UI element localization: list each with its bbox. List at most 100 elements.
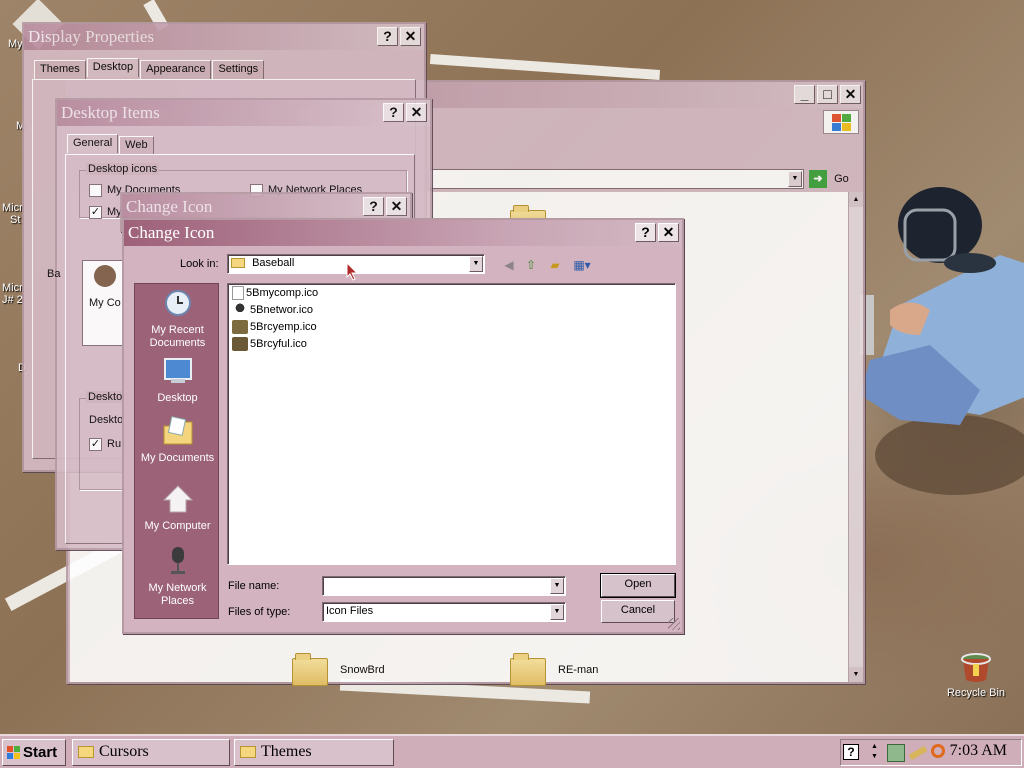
files-of-type-label: Files of type:: [228, 606, 291, 618]
file-name-dropdown-arrow[interactable]: ▼: [550, 578, 564, 594]
start-label: Start: [23, 744, 58, 761]
new-folder-icon[interactable]: ▰: [546, 256, 564, 274]
file-item[interactable]: 5Brcyemp.ico: [232, 320, 317, 337]
tab-general[interactable]: General: [67, 134, 119, 153]
open-button[interactable]: Open: [600, 573, 676, 598]
search-icon[interactable]: [931, 744, 945, 758]
file-item[interactable]: 5Bmycomp.ico: [232, 286, 318, 303]
tray-scroll-arrows[interactable]: ▲ ▼: [871, 742, 878, 762]
recycle-bin-label: Recycle Bin: [946, 687, 1006, 699]
file-name: 5Bnetwor.ico: [250, 304, 313, 316]
pencil-icon[interactable]: [908, 745, 928, 761]
desktop-label-fragment[interactable]: My: [8, 38, 23, 50]
ba-label-fragment: Ba: [47, 268, 61, 280]
window-title: Desktop Items: [61, 103, 160, 122]
taskbar-button-label: Cursors: [99, 743, 149, 760]
scroll-up-arrow[interactable]: ▲: [849, 192, 863, 207]
go-label: Go: [834, 173, 849, 185]
my-documents-checkbox[interactable]: [89, 184, 102, 197]
recycle-bin-shortcut[interactable]: Recycle Bin: [940, 650, 1012, 699]
taskbar-button-cursors[interactable]: Cursors: [72, 739, 230, 766]
file-name: 5Brcyemp.ico: [250, 321, 317, 333]
network-icon[interactable]: [887, 744, 905, 762]
folder-icon[interactable]: [510, 653, 546, 686]
files-of-type-dropdown-arrow[interactable]: ▼: [550, 604, 564, 620]
minimize-button[interactable]: _: [794, 85, 815, 104]
look-in-dropdown-arrow[interactable]: ▼: [469, 256, 483, 272]
file-name-label: File name:: [228, 580, 280, 592]
back-icon[interactable]: ◀: [500, 256, 518, 274]
mouse-cursor-icon: [346, 262, 359, 281]
display-properties-titlebar[interactable]: Display Properties: [24, 24, 424, 50]
clock-icon: [164, 290, 191, 316]
maximize-button[interactable]: □: [817, 85, 838, 104]
taskbar-button-themes[interactable]: Themes: [234, 739, 394, 766]
run-label: Ru: [107, 438, 122, 450]
close-button[interactable]: ✕: [840, 85, 861, 104]
tab-settings[interactable]: Settings: [212, 60, 265, 79]
place-label: My Network Places: [148, 582, 207, 607]
help-button[interactable]: ?: [363, 197, 384, 216]
window-title: Display Properties: [28, 27, 155, 46]
address-bar[interactable]: ▼: [428, 169, 804, 189]
tab-desktop[interactable]: Desktop: [86, 58, 140, 77]
my-documents-icon: [163, 416, 192, 445]
desktop-label-fragment[interactable]: Micr: [2, 202, 23, 214]
recycle-bin-icon: [961, 653, 991, 682]
change-icon-titlebar[interactable]: Change Icon: [124, 220, 682, 246]
go-arrow-icon: ➜: [809, 170, 827, 188]
tab-appearance[interactable]: Appearance: [140, 60, 212, 79]
place-label: My Computer: [144, 520, 211, 532]
baseball-icon: [232, 320, 248, 335]
resize-grip-icon[interactable]: [668, 618, 680, 630]
close-button[interactable]: ✕: [400, 27, 421, 46]
help-icon[interactable]: ?: [843, 744, 859, 760]
help-button[interactable]: ?: [377, 27, 398, 46]
document-icon: [232, 286, 244, 301]
icon-caption: My Co: [89, 297, 121, 309]
cancel-button[interactable]: Cancel: [601, 600, 675, 623]
scroll-down-arrow[interactable]: ▼: [849, 667, 863, 682]
place-my-documents[interactable]: My Documents: [135, 416, 220, 465]
folder-label[interactable]: RE-man: [558, 664, 598, 676]
close-button[interactable]: ✕: [406, 103, 427, 122]
help-button[interactable]: ?: [635, 223, 656, 242]
views-menu-icon[interactable]: ▦▾: [570, 256, 594, 274]
desktop-label-fragment[interactable]: J# 2: [2, 294, 23, 306]
place-desktop[interactable]: Desktop: [135, 356, 220, 405]
file-list[interactable]: 5Bmycomp.ico 5Bnetwor.ico 5Brcyemp.ico 5…: [227, 283, 676, 565]
file-item[interactable]: 5Brcyful.ico: [232, 337, 307, 354]
files-of-type-select[interactable]: Icon Files ▼: [322, 602, 566, 622]
folder-label[interactable]: SnowBrd: [340, 664, 385, 676]
place-my-computer[interactable]: My Computer: [135, 484, 220, 533]
close-button[interactable]: ✕: [386, 197, 407, 216]
address-dropdown-arrow[interactable]: ▼: [788, 171, 802, 187]
files-of-type-value: Icon Files: [326, 605, 374, 617]
close-button[interactable]: ✕: [658, 223, 679, 242]
folder-icon: [78, 746, 94, 758]
my-computer-icon: [162, 485, 193, 513]
run-checkbox[interactable]: ✓: [89, 438, 102, 451]
file-name-input[interactable]: ▼: [322, 576, 566, 596]
place-label: Desktop: [157, 392, 198, 404]
look-in-value: Baseball: [252, 257, 295, 269]
place-my-network-places[interactable]: My Network Places: [135, 546, 220, 608]
tab-web[interactable]: Web: [119, 136, 154, 155]
go-button[interactable]: ➜ Go: [809, 169, 853, 189]
desktop-label-fragment[interactable]: Micr: [2, 282, 23, 294]
desktop-items-tabs: General Web: [67, 134, 155, 155]
desktop-label-fragment[interactable]: St: [10, 214, 20, 226]
desktop-items-titlebar[interactable]: Desktop Items: [57, 100, 430, 126]
folder-icon: [231, 258, 245, 269]
folder-icon[interactable]: [292, 653, 328, 686]
my-computer-checkbox[interactable]: ✓: [89, 206, 102, 219]
up-folder-icon[interactable]: ⇧: [522, 256, 540, 274]
baseball-icon: [232, 337, 248, 352]
windows-logo-icon: [823, 110, 859, 134]
start-button[interactable]: Start: [2, 739, 66, 766]
file-item[interactable]: 5Bnetwor.ico: [232, 303, 313, 320]
help-button[interactable]: ?: [383, 103, 404, 122]
place-my-recent-documents[interactable]: My Recent Documents: [135, 288, 220, 350]
tab-themes[interactable]: Themes: [34, 60, 86, 79]
vertical-scrollbar[interactable]: ▲ ▼: [848, 192, 863, 682]
